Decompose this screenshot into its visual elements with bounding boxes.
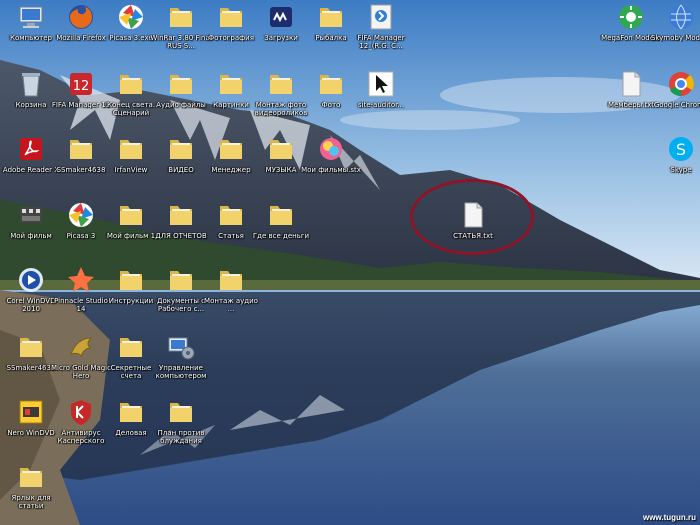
folder-icon (166, 134, 196, 164)
folder-icon (116, 332, 146, 362)
folder-icon (266, 69, 296, 99)
desktop-icon[interactable]: Ярлык для статьи (0, 460, 62, 522)
folder-icon (16, 332, 46, 362)
text-file-icon (616, 69, 646, 99)
modem-globe-icon (666, 2, 696, 32)
movie-maker-icon (16, 200, 46, 230)
folder-icon (266, 200, 296, 230)
kaspersky-icon (66, 397, 96, 427)
svg-text:12: 12 (73, 79, 90, 94)
folder-icon (216, 2, 246, 32)
fifa-icon: 12 (66, 69, 96, 99)
desktop-icon-label: Skype (670, 166, 692, 174)
megafon-icon (616, 2, 646, 32)
desktop-icon[interactable]: Управление компьютером (150, 330, 212, 392)
watermark: www.tugun.ru (642, 513, 696, 522)
desktop-icon[interactable]: Монтаж аудио ... (200, 263, 262, 325)
svg-text:S: S (676, 140, 686, 159)
computer-icon (16, 2, 46, 32)
folder-icon (166, 200, 196, 230)
folder-icon (216, 134, 246, 164)
folder-icon (316, 69, 346, 99)
folder-icon (166, 2, 196, 32)
windvd-icon (16, 265, 46, 295)
cursor-icon (366, 69, 396, 99)
folder-icon (316, 2, 346, 32)
desktop-icon[interactable]: site-auditor... (350, 67, 412, 129)
desktop-icon-label: План против блуждания (157, 429, 205, 445)
folder-icon (116, 200, 146, 230)
text-file-icon (458, 200, 488, 230)
folder-icon (66, 134, 96, 164)
dragon-icon (66, 332, 96, 362)
firefox-icon (66, 2, 96, 32)
desktop-icon-label: Ярлык для статьи (11, 494, 51, 510)
desktop-icon[interactable]: Google Chrome (650, 67, 700, 129)
computer-management-icon (166, 332, 196, 362)
desktop-icon-label: Монтаж аудио ... (204, 297, 258, 313)
desktop-icon[interactable]: Мои фильмы.stx (300, 132, 362, 194)
folder-icon (266, 134, 296, 164)
desktop-icon-label: Skymoby Modem (650, 34, 700, 42)
folder-icon (216, 265, 246, 295)
adobe-reader-icon (16, 134, 46, 164)
folder-icon (166, 265, 196, 295)
desktop-icon-label: Где все деньги (252, 232, 310, 240)
installer-icon (366, 2, 396, 32)
folder-icon (16, 462, 46, 492)
winamp-icon (266, 2, 296, 32)
picasa-icon (66, 200, 96, 230)
folder-icon (116, 397, 146, 427)
folder-icon (216, 200, 246, 230)
nero-icon (16, 397, 46, 427)
desktop-icon-label: site-auditor... (357, 101, 405, 109)
folder-icon (116, 134, 146, 164)
desktop-icon[interactable]: СТАТЬЯ.txt (442, 198, 504, 260)
chrome-icon (666, 69, 696, 99)
picasa-icon (116, 2, 146, 32)
desktop-icon-label: СТАТЬЯ.txt (453, 232, 493, 240)
desktop-icon[interactable]: Skymoby Modem (650, 0, 700, 62)
folder-icon (216, 69, 246, 99)
folder-icon (116, 69, 146, 99)
folder-icon (116, 265, 146, 295)
desktop-icon-label: Google Chrome (653, 101, 700, 109)
desktop-icon[interactable]: FIFA Manager 12_(R.G. C... (350, 0, 412, 62)
desktop-icon-label: Управление компьютером (155, 364, 207, 380)
folder-icon (166, 397, 196, 427)
pinnacle-icon (66, 265, 96, 295)
desktop-icon[interactable]: Где все деньги (250, 198, 312, 260)
folder-icon (166, 69, 196, 99)
desktop-icon-label: Мои фильмы.stx (301, 166, 361, 174)
desktop-icon[interactable]: S Skype (650, 132, 700, 194)
skype-icon: S (666, 134, 696, 164)
desktop[interactable]: Компьютер Mozilla Firefox Picasa 3.exe WinR… (0, 0, 700, 525)
media-file-icon (316, 134, 346, 164)
desktop-icon[interactable]: План против блуждания (150, 395, 212, 457)
desktop-icon-label: FIFA Manager 12_(R.G. C... (357, 34, 405, 50)
recycle-bin-icon (16, 69, 46, 99)
